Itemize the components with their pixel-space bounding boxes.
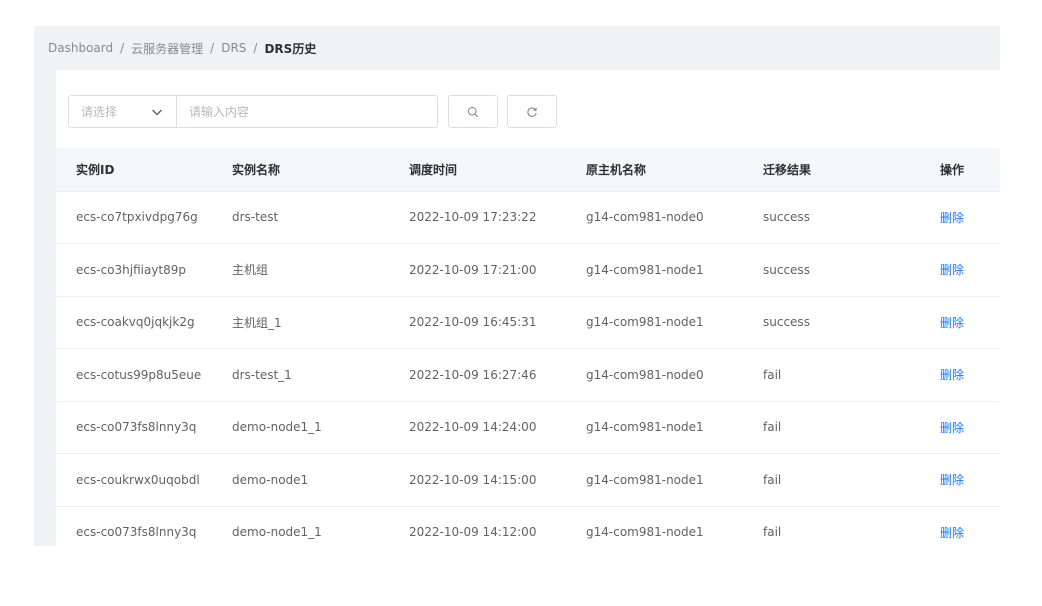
table-row: ecs-co073fs8lnny3q demo-node1_1 2022-10-…	[56, 506, 1000, 546]
table-row: ecs-coukrwx0uqobdl demo-node1 2022-10-09…	[56, 453, 1000, 507]
table-row: ecs-co3hjfiiayt89p 主机组 2022-10-09 17:21:…	[56, 243, 1000, 297]
breadcrumb-dashboard[interactable]: Dashboard	[48, 41, 113, 55]
cell-instance-name: 主机组	[232, 243, 409, 297]
cell-migration-result: fail	[763, 401, 940, 454]
cell-source-host: g14-com981-node1	[586, 401, 763, 454]
cell-migration-result: success	[763, 296, 940, 349]
cell-migration-result: fail	[763, 348, 940, 402]
search-input[interactable]	[176, 95, 438, 128]
delete-link[interactable]: 删除	[940, 316, 964, 330]
column-header-source-host: 原主机名称	[586, 148, 763, 192]
filter-select[interactable]: 请选择	[68, 95, 176, 128]
cell-source-host: g14-com981-node1	[586, 453, 763, 507]
search-button[interactable]	[448, 95, 498, 128]
refresh-button[interactable]	[507, 95, 557, 128]
cell-schedule-time: 2022-10-09 17:21:00	[409, 243, 586, 297]
column-header-instance-name: 实例名称	[232, 148, 409, 192]
cell-migration-result: fail	[763, 453, 940, 507]
cell-instance-id: ecs-co7tpxivdpg76g	[56, 191, 232, 244]
cell-source-host: g14-com981-node1	[586, 506, 763, 546]
cell-actions: 删除	[940, 453, 1000, 507]
cell-source-host: g14-com981-node1	[586, 296, 763, 349]
cell-source-host: g14-com981-node1	[586, 243, 763, 297]
cell-schedule-time: 2022-10-09 14:24:00	[409, 401, 586, 454]
cell-actions: 删除	[940, 243, 1000, 297]
cell-instance-id: ecs-coakvq0jqkjk2g	[56, 296, 232, 349]
breadcrumb-cloud-server-mgmt[interactable]: 云服务器管理	[131, 40, 203, 57]
column-header-actions: 操作	[940, 148, 1000, 192]
cell-source-host: g14-com981-node0	[586, 191, 763, 244]
cell-actions: 删除	[940, 296, 1000, 349]
cell-actions: 删除	[940, 506, 1000, 546]
cell-instance-id: ecs-co3hjfiiayt89p	[56, 243, 232, 297]
delete-link[interactable]: 删除	[940, 368, 964, 382]
breadcrumb: Dashboard / 云服务器管理 / DRS / DRS历史	[34, 26, 1000, 70]
filter-select-placeholder: 请选择	[81, 105, 118, 119]
chevron-down-icon	[152, 109, 162, 115]
refresh-icon	[527, 106, 537, 117]
delete-link[interactable]: 删除	[940, 421, 964, 435]
cell-instance-name: drs-test_1	[232, 348, 409, 402]
table-row: ecs-co7tpxivdpg76g drs-test 2022-10-09 1…	[56, 191, 1000, 244]
cell-source-host: g14-com981-node0	[586, 348, 763, 402]
breadcrumb-separator: /	[253, 41, 258, 55]
table-row: ecs-co073fs8lnny3q demo-node1_1 2022-10-…	[56, 401, 1000, 454]
cell-instance-id: ecs-co073fs8lnny3q	[56, 401, 232, 454]
cell-instance-id: ecs-co073fs8lnny3q	[56, 506, 232, 546]
cell-actions: 删除	[940, 401, 1000, 454]
breadcrumb-separator: /	[210, 41, 215, 55]
delete-link[interactable]: 删除	[940, 211, 964, 225]
app-window: Dashboard / 云服务器管理 / DRS / DRS历史 请选择 请输入…	[34, 26, 1000, 546]
delete-link[interactable]: 删除	[940, 473, 964, 487]
breadcrumb-drs-history: DRS历史	[264, 41, 317, 56]
table-header-row: 实例ID 实例名称 调度时间 原主机名称 迁移结果 操作	[56, 148, 1000, 192]
cell-schedule-time: 2022-10-09 16:45:31	[409, 296, 586, 349]
cell-schedule-time: 2022-10-09 14:15:00	[409, 453, 586, 507]
table-body: ecs-co7tpxivdpg76g drs-test 2022-10-09 1…	[56, 191, 1000, 546]
table-row: ecs-cotus99p8u5eue drs-test_1 2022-10-09…	[56, 348, 1000, 402]
table-row: ecs-coakvq0jqkjk2g 主机组_1 2022-10-09 16:4…	[56, 296, 1000, 349]
cell-schedule-time: 2022-10-09 17:23:22	[409, 191, 586, 244]
column-header-instance-id: 实例ID	[56, 148, 232, 192]
breadcrumb-separator: /	[120, 41, 125, 55]
cell-migration-result: fail	[763, 506, 940, 546]
delete-link[interactable]: 删除	[940, 526, 964, 540]
column-header-schedule-time: 调度时间	[409, 148, 586, 192]
cell-instance-id: ecs-cotus99p8u5eue	[56, 348, 232, 402]
content-card: 请选择 实例ID	[56, 70, 1000, 546]
cell-instance-id: ecs-coukrwx0uqobdl	[56, 453, 232, 507]
cell-migration-result: success	[763, 243, 940, 297]
cell-instance-name: drs-test	[232, 191, 409, 244]
cell-schedule-time: 2022-10-09 14:12:00	[409, 506, 586, 546]
cell-instance-name: demo-node1_1	[232, 506, 409, 546]
cell-instance-name: demo-node1	[232, 453, 409, 507]
cell-actions: 删除	[940, 191, 1000, 244]
cell-migration-result: success	[763, 191, 940, 244]
delete-link[interactable]: 删除	[940, 263, 964, 277]
cell-schedule-time: 2022-10-09 16:27:46	[409, 348, 586, 402]
breadcrumb-drs[interactable]: DRS	[221, 41, 246, 55]
cell-instance-name: demo-node1_1	[232, 401, 409, 454]
column-header-migration-result: 迁移结果	[763, 148, 940, 192]
cell-actions: 删除	[940, 348, 1000, 402]
filter-toolbar: 请选择	[68, 95, 557, 128]
drs-history-table: 实例ID 实例名称 调度时间 原主机名称 迁移结果 操作 ecs-co7tpxi…	[56, 148, 1000, 546]
cell-instance-name: 主机组_1	[232, 296, 409, 349]
search-icon	[467, 106, 479, 117]
